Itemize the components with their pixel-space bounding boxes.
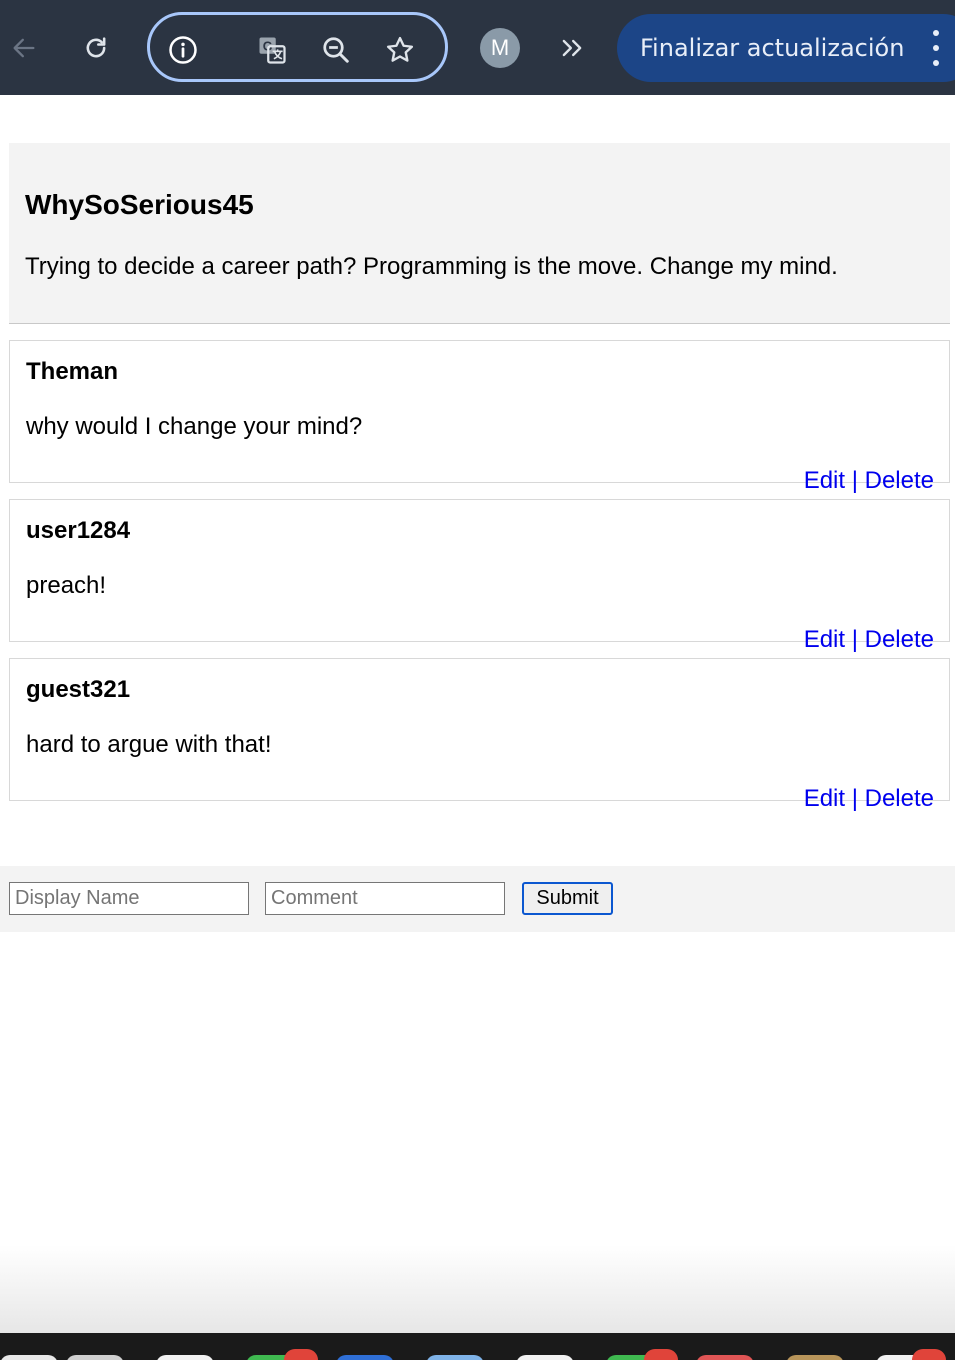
edit-link[interactable]: Edit [804, 467, 845, 494]
comment-author: guest321 [26, 676, 131, 703]
dock-app-icon[interactable] [426, 1355, 484, 1360]
action-separator: | [851, 467, 858, 494]
dock-app-icon[interactable] [156, 1355, 214, 1360]
notification-badge [644, 1349, 678, 1360]
dock-app-icon[interactable] [66, 1355, 124, 1360]
edit-link[interactable]: Edit [804, 785, 845, 812]
dock-app-icon[interactable] [516, 1355, 574, 1360]
comment-form: Submit [0, 866, 955, 932]
post-author: WhySoSerious45 [25, 189, 254, 220]
action-separator: | [851, 626, 858, 653]
dock-app-icon[interactable] [696, 1355, 754, 1360]
submit-button[interactable]: Submit [522, 882, 613, 915]
display-name-input[interactable] [9, 882, 249, 915]
comment-text: hard to argue with that! [26, 731, 272, 758]
comment-card: guest321 hard to argue with that! Edit |… [9, 658, 950, 812]
comment-card: Theman why would I change your mind? Edi… [9, 340, 950, 494]
comment-actions: Edit | Delete [804, 467, 934, 495]
back-arrow-icon[interactable] [4, 28, 44, 68]
more-vert-icon[interactable] [926, 30, 946, 66]
dock [0, 1333, 955, 1360]
notification-badge [284, 1349, 318, 1360]
action-separator: | [851, 785, 858, 812]
address-bar[interactable]: G [147, 12, 448, 82]
edit-link[interactable]: Edit [804, 626, 845, 653]
comment-actions: Edit | Delete [804, 626, 934, 654]
translate-icon[interactable]: G [256, 34, 288, 66]
notification-badge [912, 1349, 946, 1360]
comment-actions: Edit | Delete [804, 785, 934, 813]
comment-text: why would I change your mind? [26, 413, 363, 440]
comment-author: Theman [26, 358, 119, 385]
zoom-out-icon[interactable] [320, 34, 352, 66]
delete-link[interactable]: Delete [865, 785, 934, 812]
comment-card: user1284 preach! Edit | Delete [9, 499, 950, 653]
site-info-icon[interactable] [167, 34, 199, 66]
delete-link[interactable]: Delete [865, 467, 934, 494]
dock-app-icon[interactable] [786, 1355, 844, 1360]
browser-toolbar: G M Finalizar actualización [0, 0, 955, 95]
delete-link[interactable]: Delete [865, 626, 934, 653]
profile-avatar[interactable]: M [480, 28, 520, 68]
chevrons-right-icon[interactable] [552, 28, 592, 68]
original-post: WhySoSerious45 Trying to decide a career… [9, 143, 950, 324]
post-text: Trying to decide a career path? Programm… [25, 253, 838, 280]
reload-icon[interactable] [76, 28, 116, 68]
dock-app-icon[interactable] [336, 1355, 394, 1360]
update-button[interactable]: Finalizar actualización [617, 14, 955, 82]
comment-text: preach! [26, 572, 107, 599]
dock-app-icon[interactable] [0, 1355, 58, 1360]
comment-input[interactable] [265, 882, 505, 915]
update-button-label: Finalizar actualización [640, 34, 905, 62]
window-bottom-shade [0, 1245, 955, 1335]
bookmark-star-icon[interactable] [384, 34, 416, 66]
comment-author: user1284 [26, 517, 131, 544]
